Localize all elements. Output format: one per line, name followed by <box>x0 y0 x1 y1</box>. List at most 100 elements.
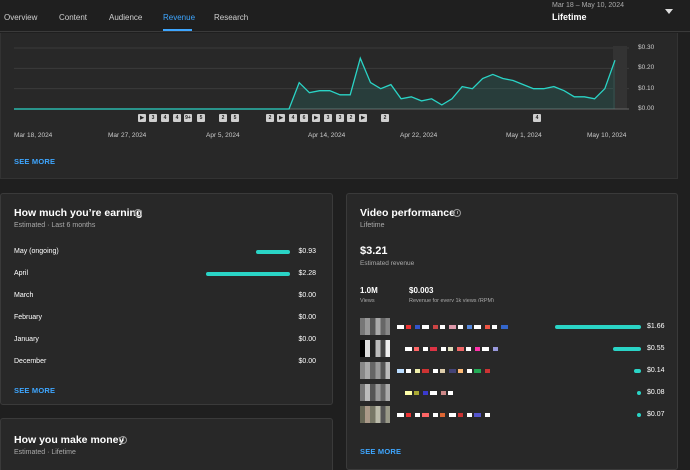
video-title-blurred[interactable] <box>492 325 497 329</box>
earning-month-value: $0.00 <box>298 314 316 321</box>
y-tick: $0.30 <box>638 44 655 51</box>
earning-month-label: January <box>14 336 39 343</box>
video-title-blurred[interactable] <box>422 369 429 373</box>
event-count-marker[interactable]: 4 <box>289 114 297 122</box>
event-count-marker[interactable]: 3 <box>336 114 344 122</box>
video-title-blurred[interactable] <box>415 325 420 329</box>
video-title-blurred[interactable] <box>448 391 453 395</box>
event-count-marker[interactable]: 2 <box>266 114 274 122</box>
tab-overview[interactable]: Overview <box>4 13 37 22</box>
tab-revenue[interactable]: Revenue <box>163 13 195 22</box>
video-title-blurred[interactable] <box>397 413 404 417</box>
video-title-blurred[interactable] <box>405 391 412 395</box>
event-count-marker[interactable]: 4 <box>161 114 169 122</box>
event-count-marker[interactable]: 5 <box>197 114 205 122</box>
video-title-blurred[interactable] <box>430 391 437 395</box>
video-title-blurred[interactable] <box>433 413 438 417</box>
chevron-down-icon[interactable] <box>665 9 673 14</box>
video-title-blurred[interactable] <box>448 347 453 351</box>
video-title-blurred[interactable] <box>405 347 412 351</box>
info-icon[interactable] <box>453 209 461 217</box>
video-thumbnail[interactable] <box>360 318 390 335</box>
video-publish-marker[interactable]: ▶ <box>312 114 320 122</box>
earning-see-more-link[interactable]: SEE MORE <box>14 386 55 395</box>
video-title-blurred[interactable] <box>485 369 490 373</box>
video-title-blurred[interactable] <box>485 325 490 329</box>
video-title-blurred[interactable] <box>441 391 446 395</box>
video-title-blurred[interactable] <box>423 347 428 351</box>
video-title-blurred[interactable] <box>406 413 411 417</box>
video-title-blurred[interactable] <box>449 413 456 417</box>
video-title-blurred[interactable] <box>493 347 498 351</box>
make-money-title: How you make money <box>14 434 125 446</box>
event-count-marker[interactable]: 2 <box>381 114 389 122</box>
tab-content[interactable]: Content <box>59 13 87 22</box>
tab-research[interactable]: Research <box>214 13 248 22</box>
video-title-blurred[interactable] <box>466 347 471 351</box>
video-title-blurred[interactable] <box>458 413 463 417</box>
event-count-marker[interactable]: 9+ <box>184 114 192 122</box>
y-tick: $0.10 <box>638 85 655 92</box>
event-count-marker[interactable]: 2 <box>219 114 227 122</box>
video-title-blurred[interactable] <box>415 413 420 417</box>
video-revenue-bar <box>633 369 641 373</box>
video-title-blurred[interactable] <box>501 325 508 329</box>
video-title-blurred[interactable] <box>449 325 456 329</box>
event-count-marker[interactable]: 5 <box>231 114 239 122</box>
video-title-blurred[interactable] <box>433 325 438 329</box>
revenue-see-more-link[interactable]: SEE MORE <box>14 157 55 166</box>
video-title-blurred[interactable] <box>458 325 463 329</box>
video-thumbnail[interactable] <box>360 362 390 379</box>
video-title-blurred[interactable] <box>414 347 419 351</box>
video-publish-marker[interactable]: ▶ <box>138 114 146 122</box>
video-title-blurred[interactable] <box>449 369 456 373</box>
date-range-subtitle[interactable]: Mar 18 – May 10, 2024 <box>552 2 624 9</box>
event-count-marker[interactable]: 3 <box>149 114 157 122</box>
video-title-blurred[interactable] <box>423 391 428 395</box>
video-title-blurred[interactable] <box>441 347 446 351</box>
video-thumbnail[interactable] <box>360 340 390 357</box>
video-title-blurred[interactable] <box>467 325 472 329</box>
video-title-blurred[interactable] <box>430 347 437 351</box>
video-title-blurred[interactable] <box>482 347 489 351</box>
event-count-marker[interactable]: 4 <box>533 114 541 122</box>
video-title-blurred[interactable] <box>406 369 411 373</box>
video-title-blurred[interactable] <box>485 413 490 417</box>
video-title-blurred[interactable] <box>440 413 445 417</box>
estimated-revenue-value: $3.21 <box>360 245 388 257</box>
video-publish-marker[interactable]: ▶ <box>359 114 367 122</box>
video-thumbnail[interactable] <box>360 384 390 401</box>
video-title-blurred[interactable] <box>422 325 429 329</box>
video-thumbnail[interactable] <box>360 406 390 423</box>
video-title-blurred[interactable] <box>457 347 464 351</box>
date-range-label[interactable]: Lifetime <box>552 12 587 22</box>
video-title-blurred[interactable] <box>397 369 404 373</box>
video-title-blurred[interactable] <box>474 413 481 417</box>
video-title-blurred[interactable] <box>440 325 445 329</box>
video-perf-see-more-link[interactable]: SEE MORE <box>360 447 401 456</box>
event-count-marker[interactable]: 2 <box>347 114 355 122</box>
info-icon[interactable] <box>134 209 142 217</box>
video-title-blurred[interactable] <box>474 369 481 373</box>
video-title-blurred[interactable] <box>433 369 438 373</box>
video-title-blurred[interactable] <box>474 325 481 329</box>
video-revenue-value: $1.66 <box>647 323 665 330</box>
video-title-blurred[interactable] <box>414 391 419 395</box>
video-title-blurred[interactable] <box>406 325 411 329</box>
video-title-blurred[interactable] <box>440 369 445 373</box>
event-count-marker[interactable]: 3 <box>324 114 332 122</box>
video-title-blurred[interactable] <box>467 413 472 417</box>
video-title-blurred[interactable] <box>467 369 472 373</box>
video-title-blurred[interactable] <box>475 347 480 351</box>
video-title-blurred[interactable] <box>397 325 404 329</box>
video-title-blurred[interactable] <box>415 369 420 373</box>
revenue-line-chart <box>14 46 629 110</box>
event-count-marker[interactable]: 4 <box>173 114 181 122</box>
video-title-blurred[interactable] <box>422 413 429 417</box>
x-tick: May 1, 2024 <box>506 132 542 139</box>
event-count-marker[interactable]: 6 <box>300 114 308 122</box>
info-icon[interactable] <box>119 436 127 444</box>
video-title-blurred[interactable] <box>458 369 463 373</box>
video-publish-marker[interactable]: ▶ <box>277 114 285 122</box>
tab-audience[interactable]: Audience <box>109 13 142 22</box>
